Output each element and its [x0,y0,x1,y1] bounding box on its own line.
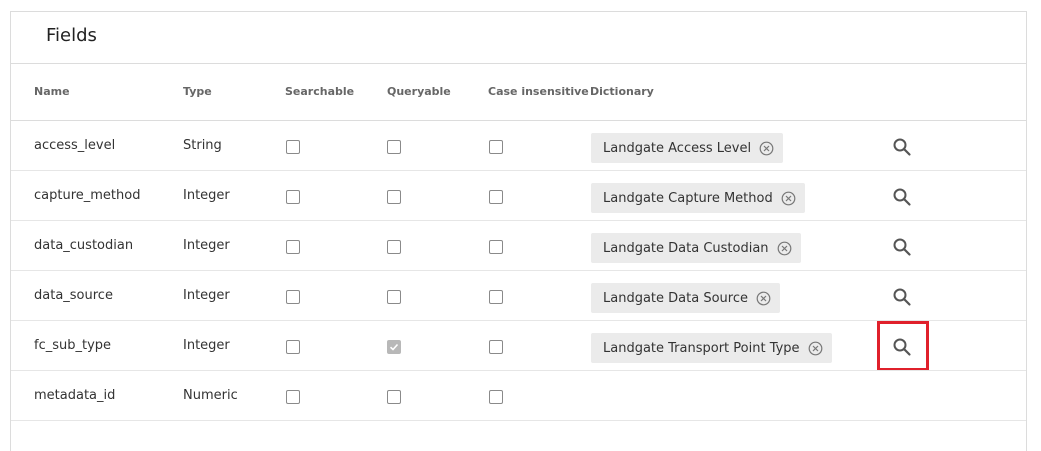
case-insensitive-checkbox[interactable] [489,340,503,354]
searchable-checkbox[interactable] [286,390,300,404]
case-insensitive-checkbox[interactable] [489,190,503,204]
divider [11,63,1026,64]
table-row: data_custodian Integer Landgate Data Custo… [11,221,1026,271]
field-name: data_source [34,288,113,303]
queryable-checkbox[interactable] [387,240,401,254]
field-type: Integer [183,338,230,353]
searchable-checkbox[interactable] [286,340,300,354]
search-icon[interactable] [892,137,912,157]
queryable-checkbox[interactable] [387,290,401,304]
queryable-checkbox[interactable] [387,340,401,354]
field-name: metadata_id [34,388,116,403]
column-header-queryable: Queryable [387,85,451,98]
lookup-highlight-box [877,321,929,371]
table-row: access_level String Landgate Access Level [11,121,1026,171]
searchable-checkbox[interactable] [286,290,300,304]
field-name: fc_sub_type [34,338,112,353]
case-insensitive-checkbox[interactable] [489,240,503,254]
dictionary-chip: Landgate Data Source [591,283,780,313]
table-row: fc_sub_type Integer Landgate Transport Poi… [11,321,1026,371]
dictionary-chip-label: Landgate Access Level [603,140,752,156]
close-circle-icon[interactable] [777,241,792,256]
dictionary-chip-label: Landgate Transport Point Type [603,340,800,356]
search-icon[interactable] [892,287,912,307]
column-header-dictionary: Dictionary [590,85,654,98]
search-icon[interactable] [892,237,912,257]
table-row: data_source Integer Landgate Data Source [11,271,1026,321]
searchable-checkbox[interactable] [286,190,300,204]
column-header-name: Name [34,85,70,98]
close-circle-icon[interactable] [759,141,774,156]
dictionary-chip: Landgate Access Level [591,133,784,163]
dictionary-chip-label: Landgate Data Custodian [603,240,769,256]
dictionary-chip-label: Landgate Capture Method [603,190,773,206]
field-type: Numeric [183,388,238,403]
field-type: Integer [183,288,230,303]
dictionary-chip: Landgate Capture Method [591,183,805,213]
case-insensitive-checkbox[interactable] [489,140,503,154]
queryable-checkbox[interactable] [387,140,401,154]
search-icon[interactable] [892,187,912,207]
dictionary-chip: Landgate Transport Point Type [591,333,832,363]
column-header-searchable: Searchable [285,85,355,98]
dictionary-chip-label: Landgate Data Source [603,290,748,306]
queryable-checkbox[interactable] [387,190,401,204]
close-circle-icon[interactable] [756,291,771,306]
field-type: Integer [183,238,230,253]
column-header-case-insensitive: Case insensitive [488,85,589,98]
case-insensitive-checkbox[interactable] [489,290,503,304]
close-circle-icon[interactable] [808,341,823,356]
field-name: data_custodian [34,238,134,253]
panel-title: Fields [46,25,97,46]
column-header-type: Type [183,85,212,98]
table-row: metadata_id Numeric [11,371,1026,421]
dictionary-chip: Landgate Data Custodian [591,233,801,263]
field-type: Integer [183,188,230,203]
searchable-checkbox[interactable] [286,240,300,254]
queryable-checkbox[interactable] [387,390,401,404]
table-row: capture_method Integer Landgate Capture Me… [11,171,1026,221]
field-name: capture_method [34,188,141,203]
field-name: access_level [34,138,116,153]
fields-panel: Fields Name Type Searchable Queryable Ca… [10,11,1027,451]
field-type: String [183,138,222,153]
case-insensitive-checkbox[interactable] [489,390,503,404]
row-divider [11,420,1026,421]
searchable-checkbox[interactable] [286,140,300,154]
close-circle-icon[interactable] [781,191,796,206]
